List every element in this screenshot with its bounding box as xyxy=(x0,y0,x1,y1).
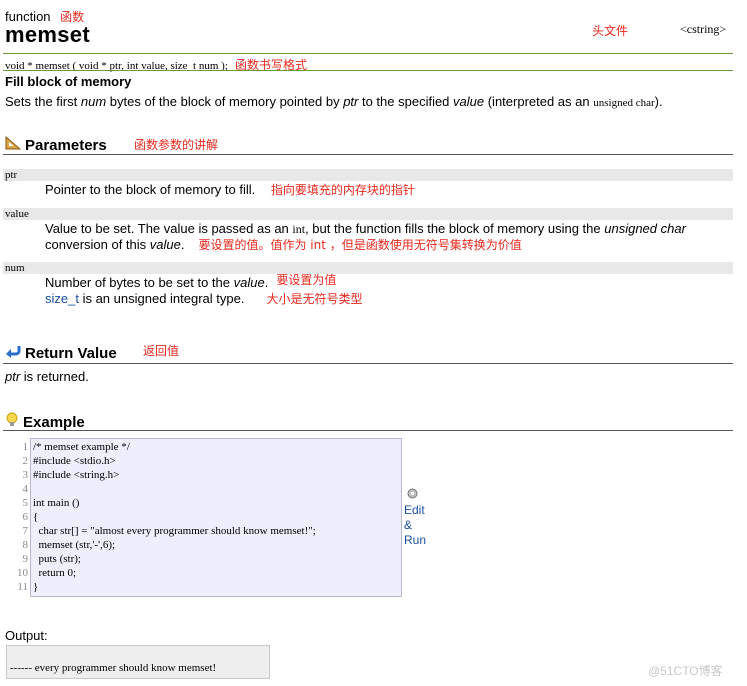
parameters-heading: Parameters xyxy=(5,135,107,154)
code-line: puts (str); xyxy=(33,553,81,565)
code-line: #include <string.h> xyxy=(33,469,120,481)
code-line: /* memset example */ xyxy=(33,441,130,453)
code-line: char str[] = "almost every programmer sh… xyxy=(33,525,316,537)
param-band-ptr xyxy=(3,169,733,181)
param-desc-num: Number of bytes to be set to the value. 要… xyxy=(45,273,363,307)
ruler-icon xyxy=(5,135,22,154)
param-name-num: num xyxy=(5,262,25,274)
page-title: memset xyxy=(5,22,90,47)
line-numbers: 1 2 3 4 5 6 7 8 9 10 11 xyxy=(6,440,28,594)
desc-text: Sets the first xyxy=(5,94,81,109)
param-band-num xyxy=(3,262,733,274)
code-line: int main () xyxy=(33,497,80,509)
code-line: #include <stdio.h> xyxy=(33,455,116,467)
edit-run-word[interactable]: Edit xyxy=(404,503,426,518)
desc-text: ). xyxy=(654,94,663,109)
header-file-annotation: 头文件 xyxy=(592,24,629,38)
line-number: 5 xyxy=(22,497,29,509)
param-text: conversion of this xyxy=(45,237,150,252)
gear-icon[interactable] xyxy=(406,487,419,503)
param-annotation-num: 要设置为值 xyxy=(276,273,337,287)
param-text: . xyxy=(264,275,269,290)
desc-ptr: ptr xyxy=(343,94,359,109)
return-arrow-icon xyxy=(5,344,21,362)
desc-num: num xyxy=(80,94,107,109)
param-annotation-ptr: 指向要填充的内存块的指针 xyxy=(270,183,415,197)
return-annotation: 返回值 xyxy=(143,344,180,358)
param-text: , but the function fills the block of me… xyxy=(305,221,605,236)
param-annotation-size: 大小是无符号类型 xyxy=(266,292,363,306)
return-heading: Return Value xyxy=(5,344,117,362)
desc-text: (interpreted as an xyxy=(484,94,594,109)
parameters-divider xyxy=(3,154,733,155)
line-number: 11 xyxy=(17,581,28,593)
edit-run-word[interactable]: Run xyxy=(404,533,426,548)
summary-description: Sets the first num bytes of the block of… xyxy=(5,94,663,109)
line-number: 2 xyxy=(22,455,29,467)
param-text: is an unsigned integral type. xyxy=(78,291,245,306)
return-text: ptr is returned. xyxy=(5,369,89,384)
output-label: Output: xyxy=(5,628,48,643)
code-line: } xyxy=(33,581,39,593)
example-divider xyxy=(3,430,733,431)
edit-run-link[interactable]: Edit & Run xyxy=(404,503,426,548)
desc-text: to the specified xyxy=(358,94,454,109)
example-title: Example xyxy=(23,413,85,431)
parameters-title: Parameters xyxy=(25,136,107,154)
param-text: . xyxy=(180,237,185,252)
header-file-name[interactable]: <cstring> xyxy=(680,22,726,37)
param-band-value xyxy=(3,208,733,220)
return-divider xyxy=(3,363,733,364)
desc-value: value xyxy=(453,94,485,109)
param-italic: value xyxy=(149,237,181,252)
header-divider xyxy=(3,53,733,54)
param-italic: unsigned char xyxy=(604,221,686,236)
line-number: 7 xyxy=(22,525,29,537)
output-text: ------ every programmer should know mems… xyxy=(10,662,217,674)
param-name-ptr: ptr xyxy=(5,169,18,181)
line-number: 1 xyxy=(22,441,29,453)
edit-run-word[interactable]: & xyxy=(404,518,426,533)
line-number: 9 xyxy=(22,553,29,565)
code-line: memset (str,'-',6); xyxy=(33,539,116,551)
desc-code: unsigned char xyxy=(593,97,655,109)
param-code: int xyxy=(292,222,306,236)
prototype-divider xyxy=(3,70,733,71)
return-desc: is returned. xyxy=(20,369,89,384)
param-text: Pointer to the block of memory to fill. xyxy=(45,182,256,197)
example-heading: Example xyxy=(5,412,85,432)
summary-title: Fill block of memory xyxy=(5,74,132,89)
param-text: Number of bytes to be set to the xyxy=(45,275,234,290)
line-number: 6 xyxy=(22,511,29,523)
param-annotation-value: 要设置的值。值作为 int ，但是函数使用无符号集转换为价值 xyxy=(198,238,522,252)
param-name-value: value xyxy=(5,208,29,220)
return-ptr: ptr xyxy=(5,369,21,384)
watermark: @51CTO博客 xyxy=(648,664,723,678)
desc-text: bytes of the block of memory pointed by xyxy=(106,94,344,109)
line-number: 4 xyxy=(22,483,29,495)
param-text: Value to be set. The value is passed as … xyxy=(45,221,293,236)
line-number: 10 xyxy=(17,567,28,579)
parameters-annotation: 函数参数的讲解 xyxy=(134,138,219,152)
param-desc-value: Value to be set. The value is passed as … xyxy=(45,221,686,253)
line-number: 3 xyxy=(22,469,29,481)
code-line: return 0; xyxy=(33,567,77,579)
line-number: 8 xyxy=(22,539,29,551)
param-italic: value xyxy=(233,275,265,290)
return-title: Return Value xyxy=(25,344,117,362)
code-lines[interactable]: /* memset example */ #include <stdio.h> #i… xyxy=(33,440,316,594)
lightbulb-icon xyxy=(5,412,19,432)
code-line: { xyxy=(33,511,39,523)
size-t-link[interactable]: size_t xyxy=(45,291,79,306)
param-desc-ptr: Pointer to the block of memory to fill. … xyxy=(45,182,415,198)
